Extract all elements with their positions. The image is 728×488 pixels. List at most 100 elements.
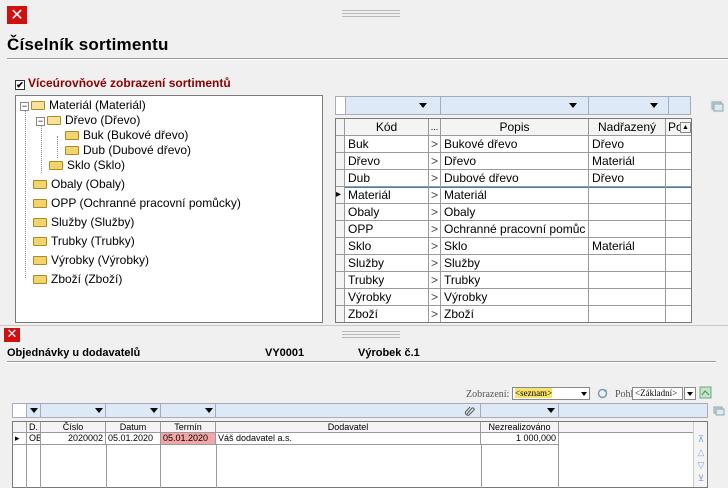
filter-marker: [13, 404, 27, 417]
tree-node[interactable]: Služby (Služby): [20, 215, 134, 230]
tree-node[interactable]: − Materiál (Materiál): [20, 98, 146, 113]
filter-datum-dropdown[interactable]: [106, 404, 161, 417]
zobrazeni-select[interactable]: <seznam>: [512, 387, 590, 400]
tree-collapse-icon[interactable]: −: [36, 117, 45, 126]
refresh-icon[interactable]: [596, 387, 609, 400]
cell-arrow[interactable]: >: [429, 255, 441, 272]
grid-header-termin[interactable]: Termín: [161, 422, 216, 433]
grid-settings-icon[interactable]: [713, 405, 726, 417]
grid-header-d[interactable]: D.: [27, 422, 41, 433]
title-divider: [7, 361, 716, 363]
filter-dodavatel-field[interactable]: [216, 404, 481, 417]
cell-arrow[interactable]: >: [429, 153, 441, 170]
tree-node[interactable]: Buk (Bukové dřevo): [52, 128, 188, 143]
paperclip-icon[interactable]: [464, 405, 476, 416]
table-row[interactable]: OPP > Ochranné pracovní pomůc: [336, 221, 691, 238]
row-marker: [336, 170, 345, 187]
table-row[interactable]: Obaly > Obaly: [336, 204, 691, 221]
grid-filter-bar[interactable]: [335, 96, 691, 115]
filter-termin-dropdown[interactable]: [161, 404, 216, 417]
cell-termin[interactable]: 05.01.2020: [161, 433, 216, 445]
table-row[interactable]: Dřevo > Dřevo Materiál: [336, 153, 691, 170]
scroll-up-icon[interactable]: △: [694, 447, 708, 458]
view-settings-icon[interactable]: [699, 386, 712, 399]
table-row[interactable]: Sklo > Sklo Materiál: [336, 238, 691, 255]
orders-filter-bar[interactable]: [12, 403, 708, 418]
table-row[interactable]: Trubky > Trubky: [336, 272, 691, 289]
folder-icon: [33, 256, 47, 265]
cell-popis: Bukové dřevo: [441, 136, 589, 153]
grid-header-datum[interactable]: Datum: [106, 422, 161, 433]
grid-header-dodavatel[interactable]: Dodavatel: [216, 422, 481, 433]
grid-header-nezrealizovano[interactable]: Nezrealizováno: [481, 422, 559, 433]
scroll-up-icon[interactable]: ▲: [680, 122, 691, 133]
cell-popis: Výrobky: [441, 289, 589, 306]
window-drag-handle[interactable]: [342, 329, 400, 339]
cell-arrow[interactable]: >: [429, 238, 441, 255]
window-drag-handle[interactable]: [342, 8, 400, 18]
close-icon[interactable]: ✕: [4, 328, 20, 342]
tree-node[interactable]: OPP (Ochranné pracovní pomůcky): [20, 196, 241, 211]
cell-dodavatel[interactable]: Váš dodavatel a.s.: [216, 433, 481, 445]
tree-node[interactable]: Dub (Dubové dřevo): [52, 143, 191, 158]
cell-nezrealizovano[interactable]: 1 000,000: [481, 433, 559, 445]
filter-popis-dropdown[interactable]: [441, 97, 589, 114]
checkbox-checked-icon[interactable]: ✔: [15, 80, 25, 90]
cell-arrow[interactable]: >: [429, 221, 441, 238]
filter-nadrazeny-dropdown[interactable]: [589, 97, 669, 114]
grid-header-kod[interactable]: Kód: [345, 119, 429, 136]
row-marker: [336, 306, 345, 322]
tree-collapse-icon[interactable]: −: [20, 102, 29, 111]
grid-header-marker: [336, 119, 345, 136]
filter-cislo-dropdown[interactable]: [41, 404, 106, 417]
cell-popis: Zboží: [441, 306, 589, 322]
table-row[interactable]: Výrobky > Výrobky: [336, 289, 691, 306]
cell-arrow[interactable]: >: [429, 289, 441, 306]
pohled-dropdown-button[interactable]: [684, 387, 696, 400]
cell-arrow[interactable]: >: [429, 306, 441, 322]
cell-arrow[interactable]: >: [429, 136, 441, 153]
cell-arrow[interactable]: >: [429, 187, 441, 204]
scroll-down-icon[interactable]: ▽: [694, 460, 708, 471]
multilevel-checkbox[interactable]: ✔ Víceúrovňové zobrazení sortimentů: [15, 76, 231, 90]
tree-node[interactable]: Výrobky (Výrobky): [20, 253, 149, 268]
cell-arrow[interactable]: >: [429, 170, 441, 187]
table-row[interactable]: Služby > Služby: [336, 255, 691, 272]
cell-arrow[interactable]: >: [429, 272, 441, 289]
tree-node[interactable]: Sklo (Sklo): [36, 158, 125, 173]
table-row[interactable]: Buk > Bukové dřevo Dřevo: [336, 136, 691, 153]
sortiment-grid[interactable]: Kód ... Popis Nadřazený Použ ▲ Buk>Bukov…: [335, 118, 692, 323]
cell-datum[interactable]: 05.01.2020: [106, 433, 161, 445]
table-row[interactable]: Dub > Dubové dřevo Dřevo: [336, 170, 691, 187]
tree-node[interactable]: − Dřevo (Dřevo): [36, 113, 140, 128]
scroll-bottom-icon[interactable]: ⊻: [694, 473, 708, 484]
pohled-select[interactable]: <Základní>: [632, 387, 683, 400]
cell-arrow[interactable]: >: [429, 204, 441, 221]
scroll-top-icon[interactable]: ⊼: [694, 434, 708, 445]
grid-header-dots[interactable]: ...: [429, 119, 441, 136]
folder-icon: [33, 218, 47, 227]
table-row[interactable]: Zboží > Zboží: [336, 306, 691, 322]
orders-scrollbar[interactable]: ⊼ △ ▽ ⊻: [693, 422, 707, 487]
filter-d-dropdown[interactable]: [27, 404, 41, 417]
category-tree[interactable]: − Materiál (Materiál) − Dřevo (Dřevo) Buk (B…: [15, 95, 323, 323]
grid-settings-icon[interactable]: [710, 99, 724, 113]
tree-node-label: Obaly (Obaly): [51, 177, 126, 191]
grid-header-cislo[interactable]: Číslo: [41, 422, 106, 433]
grid-header-popis[interactable]: Popis: [441, 119, 589, 136]
orders-title: Objednávky u dodavatelů: [7, 347, 141, 359]
filter-nezrealizovano-dropdown[interactable]: [481, 404, 559, 417]
cell-empty: [666, 255, 691, 272]
close-icon[interactable]: ✕: [7, 6, 27, 24]
cell-cislo[interactable]: 2020002: [41, 433, 106, 445]
chevron-down-icon: [581, 392, 587, 396]
chevron-down-icon: [150, 408, 158, 413]
grid-header-nadrazeny[interactable]: Nadřazený: [589, 119, 666, 136]
tree-node[interactable]: Trubky (Trubky): [20, 234, 135, 249]
tree-node[interactable]: Obaly (Obaly): [20, 177, 125, 192]
table-row[interactable]: ▸ Materiál > Materiál: [336, 187, 691, 204]
filter-kod-dropdown[interactable]: [346, 97, 441, 114]
tree-node[interactable]: Zboží (Zboží): [20, 272, 122, 287]
orders-grid[interactable]: D. Číslo Datum Termín Dodavatel Nezreali…: [12, 421, 708, 488]
cell-d[interactable]: OB: [27, 433, 41, 445]
